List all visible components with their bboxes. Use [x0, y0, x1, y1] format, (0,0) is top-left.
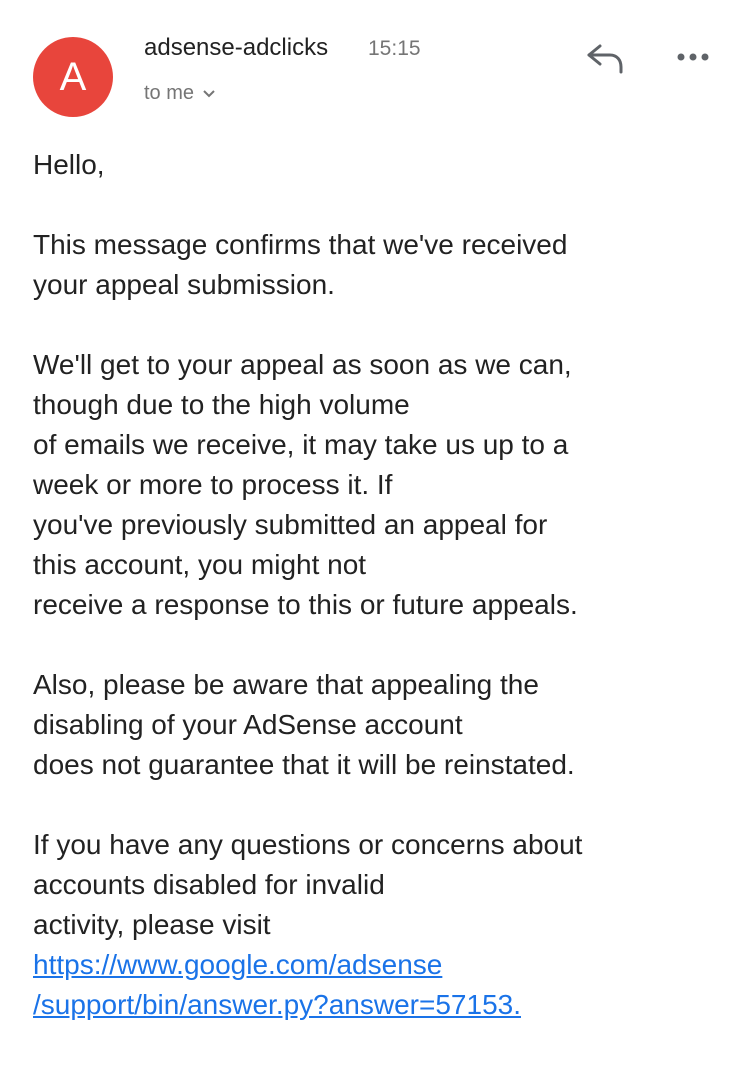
support-link[interactable]: https://www.google.com/adsense [33, 945, 733, 985]
recipient-label: to me [144, 82, 195, 104]
recipient-details-toggle[interactable]: to me [144, 82, 216, 105]
message-body: Hello, This message confirms that we've … [33, 145, 733, 1065]
sender-name: adsense-adclicks [144, 34, 329, 61]
message-time: 15:15 [368, 37, 421, 60]
body-line: disabling of your AdSense account [33, 709, 463, 740]
body-line: Hello, [33, 149, 105, 180]
body-line: We'll get to your appeal as soon as we c… [33, 349, 572, 380]
body-line: receive a response to this or future app… [33, 589, 578, 620]
more-horizontal-icon [677, 53, 709, 61]
paragraph-questions: If you have any questions or concerns ab… [33, 825, 733, 1025]
support-link-continued[interactable]: /support/bin/answer.py?answer=57153. [33, 985, 733, 1025]
body-line: of emails we receive, it may take us up … [33, 429, 569, 460]
body-line: If you have any questions or concerns ab… [33, 829, 583, 860]
body-line: accounts disabled for invalid [33, 869, 385, 900]
reply-icon [587, 44, 623, 74]
avatar-letter: A [59, 55, 87, 99]
body-line: activity, please visit [33, 909, 271, 940]
reply-button[interactable] [584, 40, 628, 76]
greeting: Hello, [33, 145, 733, 185]
chevron-down-icon [202, 89, 216, 99]
body-line: this account, you might not [33, 549, 367, 580]
body-line: This message confirms that we've receive… [33, 229, 568, 260]
body-line: Also, please be aware that appealing the [33, 669, 539, 700]
body-line: you've previously submitted an appeal fo… [33, 509, 548, 540]
body-line: though due to the high volume [33, 389, 410, 420]
body-line: does not guarantee that it will be reins… [33, 749, 575, 780]
paragraph-confirmation: This message confirms that we've receive… [33, 225, 733, 305]
more-options-button[interactable] [673, 40, 713, 76]
paragraph-disclaimer: Also, please be aware that appealing the… [33, 665, 733, 785]
body-line: your appeal submission. [33, 269, 335, 300]
body-line: week or more to process it. If [33, 469, 393, 500]
paragraph-timeline: We'll get to your appeal as soon as we c… [33, 345, 733, 625]
sender-avatar[interactable]: A [33, 37, 113, 117]
